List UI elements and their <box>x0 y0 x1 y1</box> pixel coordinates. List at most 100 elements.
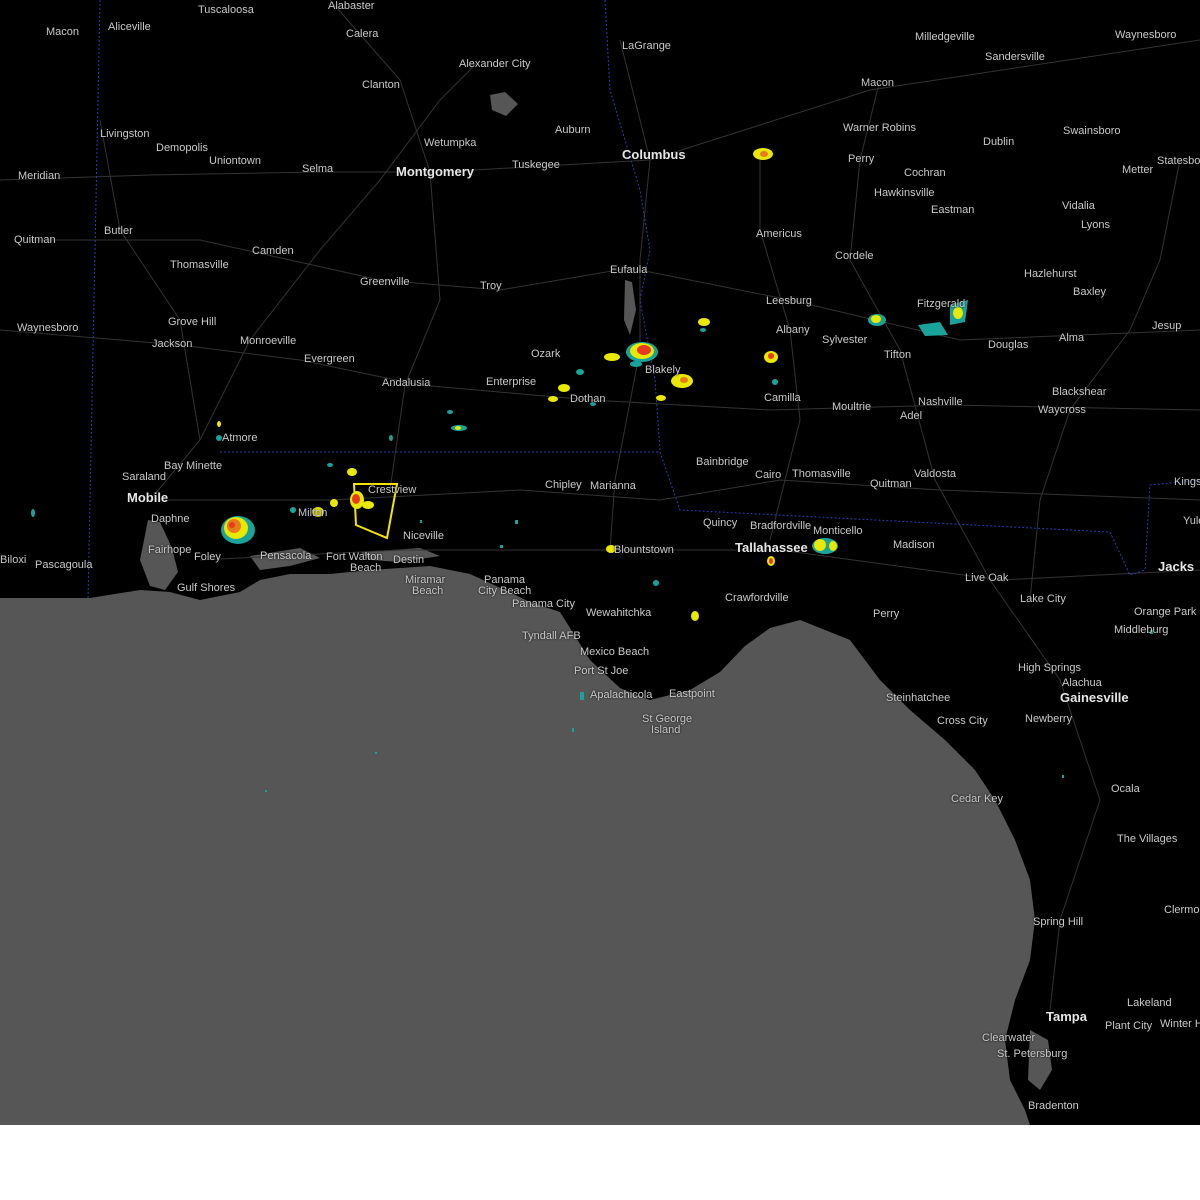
city-label: Eufaula <box>610 264 648 276</box>
city-label: Blackshear <box>1052 386 1107 398</box>
city-label: Apalachicola <box>590 689 653 701</box>
city-label: Valdosta <box>914 468 956 480</box>
city-label: Calera <box>346 28 379 40</box>
city-label: St. Petersburg <box>997 1048 1068 1060</box>
city-label: LaGrange <box>622 40 671 52</box>
city-label: Moultrie <box>832 401 872 413</box>
city-label: Ocala <box>1111 783 1140 795</box>
city-label: Beach <box>350 562 382 574</box>
city-label: Macon <box>46 26 80 38</box>
city-label: High Springs <box>1018 662 1081 674</box>
city-label: Tuscaloosa <box>198 4 254 16</box>
city-label: Nashville <box>918 396 963 408</box>
city-label: Quitman <box>870 478 912 490</box>
city-label: Meridian <box>18 170 61 182</box>
city-label: Wewahitchka <box>586 607 652 619</box>
city-label: Live Oak <box>965 572 1009 584</box>
city-label: Gulf Shores <box>177 582 236 594</box>
city-label: Fairhope <box>148 544 192 556</box>
storm-cell <box>764 351 778 385</box>
city-label: Milton <box>298 507 328 519</box>
city-label: Island <box>651 724 681 736</box>
city-label: Pascagoula <box>35 559 93 571</box>
city-label: Demopolis <box>156 142 208 154</box>
city-label: Alexander City <box>459 58 531 70</box>
city-label: Baxley <box>1073 286 1107 298</box>
city-label: Monroeville <box>240 335 297 347</box>
city-label: Spring Hill <box>1033 916 1084 928</box>
city-label: Thomasville <box>170 259 229 271</box>
city-label: Camden <box>252 245 294 257</box>
city-label: Montgomery <box>396 164 474 179</box>
city-label: Ozark <box>531 348 561 360</box>
city-label: Tyndall AFB <box>522 630 581 642</box>
city-label: Enterprise <box>486 376 537 388</box>
city-label: Clearwater <box>982 1032 1036 1044</box>
city-label: Bradenton <box>1028 1100 1079 1112</box>
city-label: Port St Joe <box>574 665 629 677</box>
city-label: Butler <box>104 225 133 237</box>
city-label: Atmore <box>222 432 258 444</box>
city-label: Madison <box>893 539 935 551</box>
city-label: Alabaster <box>328 0 375 12</box>
map-canvas <box>0 0 1200 1125</box>
city-label: Wetumpka <box>424 137 477 149</box>
city-label: Lakeland <box>1127 997 1172 1009</box>
city-label: Macon <box>861 77 895 89</box>
city-label: Leesburg <box>766 295 812 307</box>
city-label: Uniontown <box>209 155 261 167</box>
city-label: Orange Park <box>1134 606 1197 618</box>
gulf-water <box>0 566 1035 1125</box>
city-label: Statesboro <box>1157 155 1200 167</box>
city-label: Clanton <box>362 79 400 91</box>
city-label: Cochran <box>904 167 946 179</box>
city-label: Gainesville <box>1060 690 1129 705</box>
city-label: Waycross <box>1038 404 1086 416</box>
city-label: Bradfordville <box>750 520 812 532</box>
city-label: Bainbridge <box>696 456 749 468</box>
city-label: Columbus <box>622 147 686 162</box>
city-label: Aliceville <box>108 21 151 33</box>
city-label: Andalusia <box>382 377 431 389</box>
city-label: Middleburg <box>1114 624 1169 636</box>
city-label: Jesup <box>1152 320 1182 332</box>
city-label: Niceville <box>403 530 444 542</box>
city-label: Troy <box>480 280 502 292</box>
city-label: Greenville <box>360 276 410 288</box>
blank-footer <box>0 1125 1200 1200</box>
city-label: Perry <box>848 153 875 165</box>
city-label: Thomasville <box>792 468 851 480</box>
city-label: Waynesboro <box>1115 29 1177 41</box>
radar-map[interactable]: Tuscaloosa Alabaster LaGrange Milledgevi… <box>0 0 1200 1125</box>
city-label: Crawfordville <box>725 592 789 604</box>
city-label: Americus <box>756 228 802 240</box>
city-label: Jacks <box>1158 559 1195 574</box>
city-label: Cross City <box>937 715 988 727</box>
city-label: Warner Robins <box>843 122 916 134</box>
city-label: Panama City <box>512 598 575 610</box>
city-label: Albany <box>776 324 810 336</box>
storm-cell <box>753 148 773 160</box>
city-label: Saraland <box>122 471 167 483</box>
city-label: Dothan <box>570 393 606 405</box>
city-label: Cordele <box>835 250 874 262</box>
city-label: Eastman <box>931 204 975 216</box>
city-label: Mexico Beach <box>580 646 650 658</box>
city-label: Tuskegee <box>512 159 560 171</box>
city-label: Eastpoint <box>669 688 715 700</box>
city-label: Metter <box>1122 164 1154 176</box>
city-label: Cedar Key <box>951 793 1003 805</box>
lake-eufaula <box>624 280 636 335</box>
city-label: Selma <box>302 163 334 175</box>
storm-cell <box>221 516 255 544</box>
city-label: Auburn <box>555 124 591 136</box>
city-label: Adel <box>900 410 923 422</box>
city-label: Milledgeville <box>915 31 975 43</box>
city-label: Blakely <box>645 364 681 376</box>
city-label: Kings <box>1174 476 1200 488</box>
storm-cell <box>447 410 467 431</box>
city-label: Tifton <box>884 349 912 361</box>
city-label: Dublin <box>983 136 1015 148</box>
city-label: Fitzgerald <box>917 298 966 310</box>
city-label: Grove Hill <box>168 316 217 328</box>
